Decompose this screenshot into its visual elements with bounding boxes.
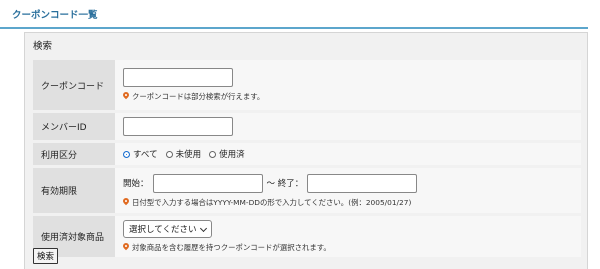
search-form: クーポンコード クーポンコードは部分検索が行えます。 メンバーID 利用区分 す… bbox=[33, 57, 581, 260]
usage-label: 利用区分 bbox=[33, 143, 115, 165]
page-title: クーポンコード一覧 bbox=[0, 0, 588, 29]
usage-option-used[interactable]: 使用済 bbox=[209, 148, 245, 160]
row-target-product: 使用済対象商品 選択してください 対象商品を含む履歴を持つクーポンコードが選択さ… bbox=[33, 216, 581, 257]
target-product-hint: 対象商品を含む履歴を持つクーポンコードが選択されます。 bbox=[121, 241, 573, 253]
pin-icon bbox=[121, 196, 131, 205]
radio-icon[interactable] bbox=[123, 151, 130, 158]
validity-range: 開始： 〜 終了： bbox=[123, 173, 573, 193]
search-panel-title: 検索 bbox=[33, 41, 53, 52]
search-button[interactable]: 検索 bbox=[33, 248, 59, 264]
radio-icon[interactable] bbox=[165, 151, 173, 158]
usage-option-unused[interactable]: 未使用 bbox=[165, 148, 201, 160]
target-product-select[interactable]: 選択してください bbox=[123, 220, 212, 238]
row-coupon-code: クーポンコード クーポンコードは部分検索が行えます。 bbox=[33, 60, 581, 110]
row-member-id: メンバーID bbox=[33, 113, 581, 140]
usage-option-all[interactable]: すべて bbox=[123, 148, 158, 160]
coupon-code-input[interactable] bbox=[123, 68, 233, 87]
pin-icon bbox=[121, 90, 131, 100]
row-validity: 有効期限 開始： 〜 終了： 日付型で入力する場合はYYYY-MM-DDの形で入… bbox=[33, 168, 581, 213]
chevron-down-icon bbox=[199, 224, 207, 232]
end-label: 〜 終了： bbox=[266, 179, 304, 189]
search-panel: 検索 クーポンコード クーポンコードは部分検索が行えます。 メンバーID 利用区… bbox=[24, 32, 588, 269]
radio-icon[interactable] bbox=[209, 151, 217, 158]
validity-label: 有効期限 bbox=[33, 168, 115, 213]
start-date-input[interactable] bbox=[152, 173, 263, 193]
row-usage: 利用区分 すべて 未使用 使用済 bbox=[33, 143, 581, 165]
member-id-input[interactable] bbox=[123, 117, 233, 136]
end-date-input[interactable] bbox=[307, 173, 418, 193]
validity-hint: 日付型で入力する場合はYYYY-MM-DDの形で入力してください。(例：2005… bbox=[121, 196, 573, 208]
pin-icon bbox=[121, 241, 131, 251]
member-id-label: メンバーID bbox=[33, 113, 115, 140]
start-label: 開始： bbox=[123, 179, 149, 189]
coupon-code-label: クーポンコード bbox=[33, 60, 115, 110]
usage-radio-group: すべて 未使用 使用済 bbox=[123, 148, 573, 160]
coupon-code-hint: クーポンコードは部分検索が行えます。 bbox=[121, 90, 573, 102]
